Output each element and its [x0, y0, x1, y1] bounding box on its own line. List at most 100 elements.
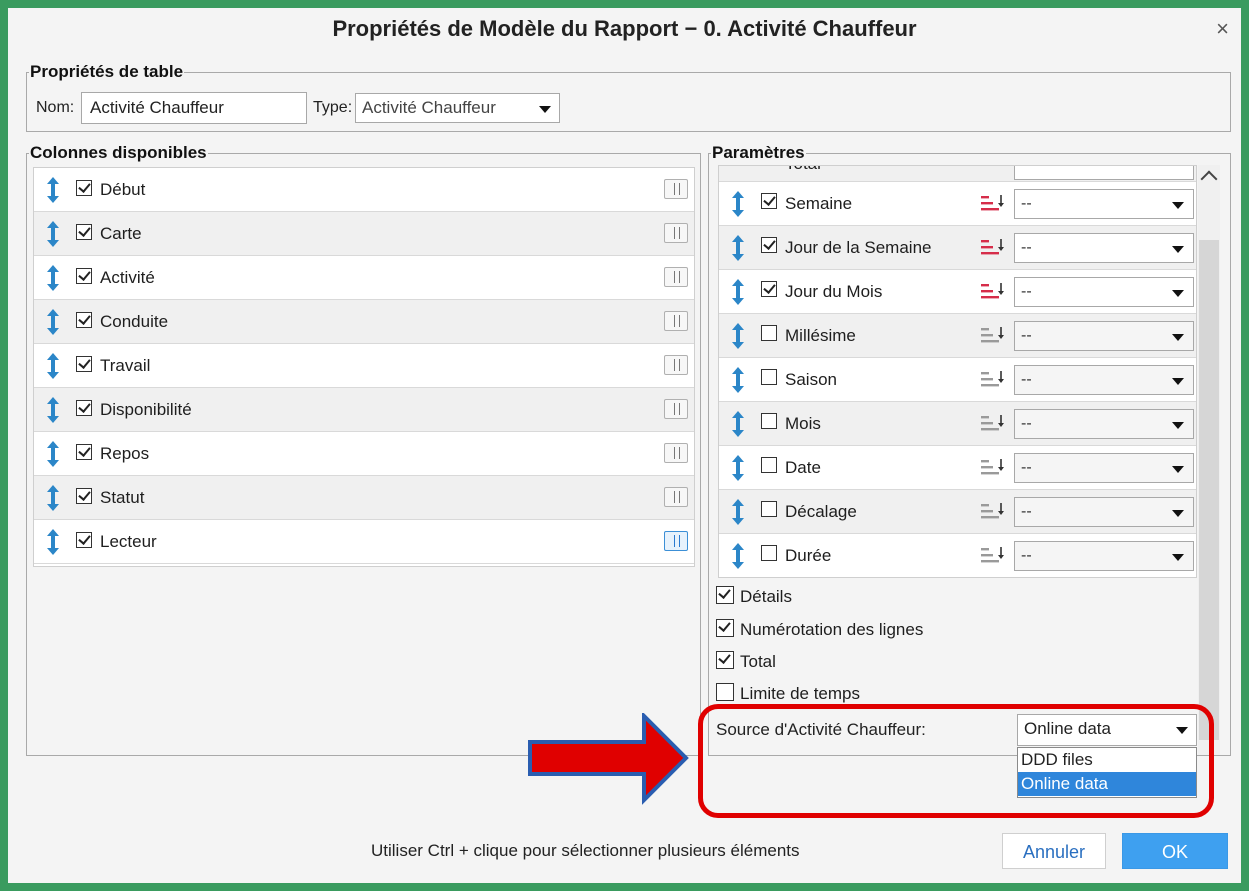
- parameter-select[interactable]: --: [1014, 497, 1194, 527]
- option-checkbox[interactable]: [716, 651, 734, 669]
- parameter-row[interactable]: Semaine --: [719, 182, 1196, 226]
- move-updown-icon[interactable]: [46, 353, 60, 379]
- move-updown-icon[interactable]: [731, 543, 745, 569]
- ok-button[interactable]: OK: [1122, 833, 1228, 869]
- scroll-thumb[interactable]: [1199, 240, 1219, 740]
- column-row[interactable]: Carte: [34, 212, 694, 256]
- column-checkbox[interactable]: [76, 312, 92, 328]
- parameter-checkbox[interactable]: [761, 545, 777, 561]
- parameter-row[interactable]: Décalage --: [719, 490, 1196, 534]
- column-checkbox[interactable]: [76, 444, 92, 460]
- parameter-row[interactable]: Millésime --: [719, 314, 1196, 358]
- column-row[interactable]: Statut: [34, 476, 694, 520]
- name-label: Nom:: [36, 99, 75, 116]
- parameter-row[interactable]: Saison --: [719, 358, 1196, 402]
- sort-order-icon[interactable]: [979, 238, 1005, 258]
- move-updown-icon[interactable]: [731, 235, 745, 261]
- move-updown-icon[interactable]: [46, 309, 60, 335]
- move-updown-icon[interactable]: [46, 265, 60, 291]
- column-row[interactable]: Travail: [34, 344, 694, 388]
- info-icon[interactable]: [664, 267, 688, 287]
- sort-order-icon[interactable]: [979, 326, 1005, 346]
- parameter-select-value: --: [1021, 283, 1032, 300]
- sort-order-icon[interactable]: [979, 414, 1005, 434]
- sort-order-icon[interactable]: [979, 458, 1005, 478]
- parameter-select-value: --: [1021, 327, 1032, 344]
- move-updown-icon[interactable]: [46, 529, 60, 555]
- info-icon[interactable]: [664, 487, 688, 507]
- info-icon[interactable]: [664, 223, 688, 243]
- option-checkbox[interactable]: [716, 683, 734, 701]
- column-checkbox[interactable]: [76, 356, 92, 372]
- move-updown-icon[interactable]: [46, 177, 60, 203]
- move-updown-icon[interactable]: [731, 455, 745, 481]
- parameter-select[interactable]: --: [1014, 365, 1194, 395]
- parameter-select-value: --: [1021, 503, 1032, 520]
- cancel-button[interactable]: Annuler: [1002, 833, 1106, 869]
- column-checkbox[interactable]: [76, 224, 92, 240]
- column-checkbox[interactable]: [76, 488, 92, 504]
- move-updown-icon[interactable]: [731, 323, 745, 349]
- move-updown-icon[interactable]: [46, 485, 60, 511]
- parameter-row[interactable]: Date --: [719, 446, 1196, 490]
- parameter-checkbox[interactable]: [761, 369, 777, 385]
- parameter-row[interactable]: Durée --: [719, 534, 1196, 577]
- parameter-checkbox[interactable]: [761, 413, 777, 429]
- parameter-checkbox[interactable]: [761, 281, 777, 297]
- type-select[interactable]: Activité Chauffeur: [355, 93, 560, 123]
- parameter-checkbox[interactable]: [761, 325, 777, 341]
- parameter-select[interactable]: --: [1014, 453, 1194, 483]
- sort-order-icon[interactable]: [979, 502, 1005, 522]
- sort-order-icon[interactable]: [979, 546, 1005, 566]
- info-icon[interactable]: [664, 443, 688, 463]
- move-updown-icon[interactable]: [46, 441, 60, 467]
- move-updown-icon[interactable]: [46, 397, 60, 423]
- move-updown-icon[interactable]: [731, 367, 745, 393]
- move-updown-icon[interactable]: [731, 411, 745, 437]
- move-updown-icon[interactable]: [731, 279, 745, 305]
- info-icon[interactable]: [664, 179, 688, 199]
- close-icon[interactable]: ×: [1216, 16, 1229, 42]
- column-checkbox[interactable]: [76, 532, 92, 548]
- parameter-row[interactable]: Jour du Mois --: [719, 270, 1196, 314]
- parameter-row[interactable]: Mois --: [719, 402, 1196, 446]
- parameter-select[interactable]: [1014, 166, 1194, 180]
- info-icon[interactable]: [664, 399, 688, 419]
- column-row[interactable]: Début: [34, 168, 694, 212]
- parameters-scrollbar[interactable]: [1198, 165, 1220, 755]
- move-updown-icon[interactable]: [731, 191, 745, 217]
- sort-order-icon[interactable]: [979, 194, 1005, 214]
- parameter-row[interactable]: Jour de la Semaine --: [719, 226, 1196, 270]
- column-row[interactable]: Conduite: [34, 300, 694, 344]
- parameter-select[interactable]: --: [1014, 189, 1194, 219]
- parameter-select[interactable]: --: [1014, 321, 1194, 351]
- sort-order-icon[interactable]: [979, 370, 1005, 390]
- parameter-checkbox[interactable]: [761, 193, 777, 209]
- parameter-select[interactable]: --: [1014, 541, 1194, 571]
- column-checkbox[interactable]: [76, 400, 92, 416]
- parameter-select[interactable]: --: [1014, 409, 1194, 439]
- column-label: Conduite: [100, 312, 169, 331]
- column-row[interactable]: Repos: [34, 432, 694, 476]
- parameter-checkbox[interactable]: [761, 237, 777, 253]
- info-icon[interactable]: [664, 355, 688, 375]
- parameter-select[interactable]: --: [1014, 277, 1194, 307]
- option-checkbox[interactable]: [716, 619, 734, 637]
- chevron-down-icon: [1172, 510, 1184, 517]
- sort-order-icon[interactable]: [979, 282, 1005, 302]
- info-icon[interactable]: [664, 311, 688, 331]
- column-row[interactable]: Lecteur: [34, 520, 694, 564]
- move-updown-icon[interactable]: [46, 221, 60, 247]
- parameter-checkbox[interactable]: [761, 457, 777, 473]
- column-row[interactable]: Disponibilité: [34, 388, 694, 432]
- info-icon[interactable]: [664, 531, 688, 551]
- column-checkbox[interactable]: [76, 180, 92, 196]
- parameter-checkbox[interactable]: [761, 501, 777, 517]
- chevron-up-icon[interactable]: [1200, 170, 1218, 188]
- column-row[interactable]: Activité: [34, 256, 694, 300]
- option-checkbox[interactable]: [716, 586, 734, 604]
- column-checkbox[interactable]: [76, 268, 92, 284]
- name-field[interactable]: Activité Chauffeur: [81, 92, 307, 124]
- parameter-select[interactable]: --: [1014, 233, 1194, 263]
- move-updown-icon[interactable]: [731, 499, 745, 525]
